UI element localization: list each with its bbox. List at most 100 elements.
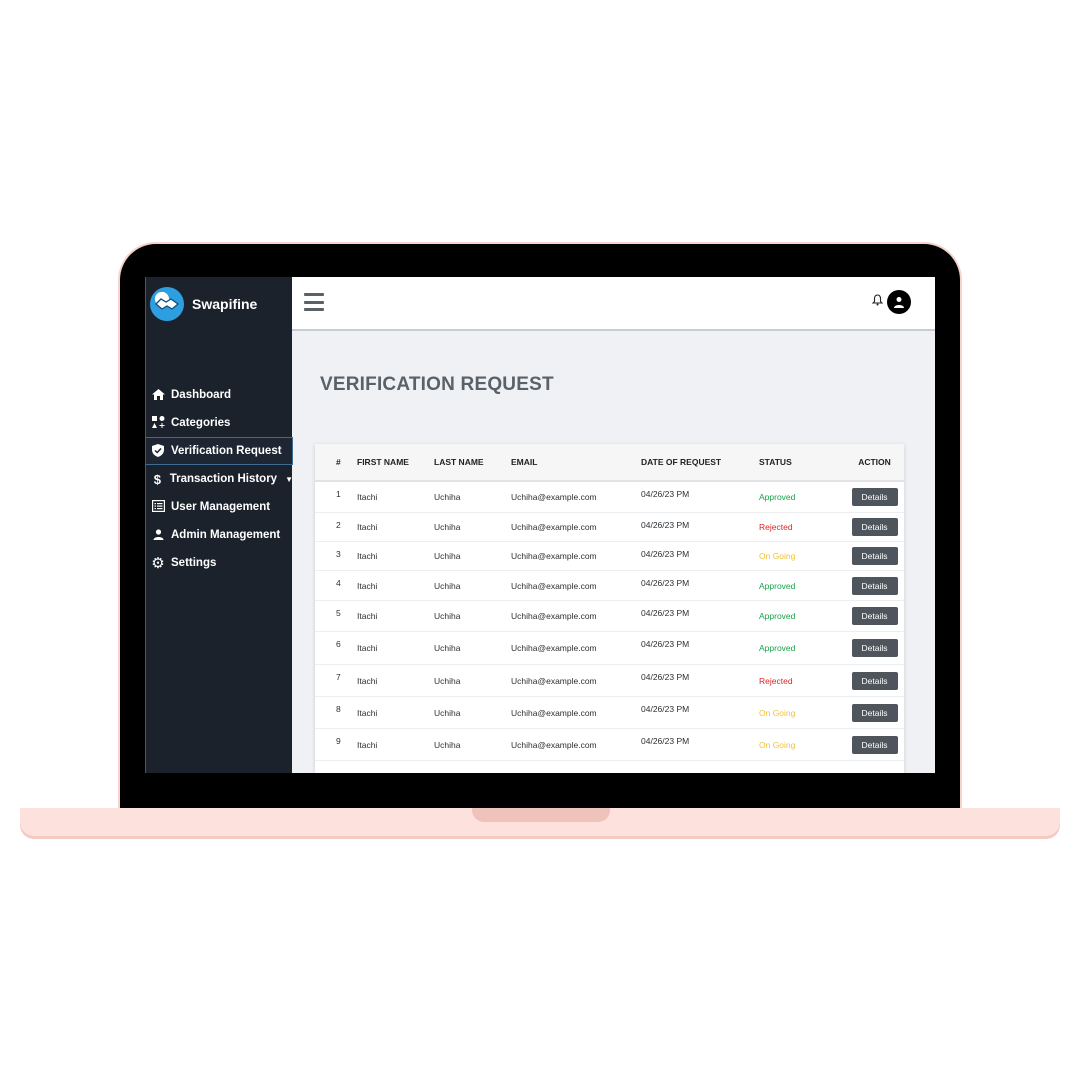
shield-check-icon [151, 443, 165, 459]
status-badge: Rejected [759, 522, 793, 532]
col-date-cell: 04/26/23 PM [641, 549, 690, 559]
col-last-name-cell: Uchiha [434, 551, 461, 561]
col-first-name-cell: Itachi [357, 675, 378, 686]
app-screen: Swapifine Dashboard Categories Verificatio… [145, 277, 935, 773]
details-button[interactable]: Details [851, 488, 898, 506]
action-cell: Details [845, 488, 904, 506]
avatar-icon[interactable] [887, 290, 911, 314]
col-number-cell: 7 [336, 672, 341, 682]
details-button[interactable]: Details [851, 607, 898, 625]
sidebar-item-settings[interactable]: ⚙ Settings [146, 549, 293, 577]
bell-icon[interactable] [871, 294, 884, 309]
col-first-name-cell: Itachi [357, 551, 378, 561]
col-first-name-cell: Itachi [357, 611, 378, 621]
col-date-cell: 04/26/23 PM [641, 672, 690, 682]
details-button[interactable]: Details [851, 547, 898, 565]
page-title: VERIFICATION REQUEST [320, 374, 554, 395]
hamburger-icon[interactable] [304, 293, 324, 311]
list-icon [151, 500, 165, 514]
col-date-header: DATE OF REQUEST [641, 457, 722, 467]
col-email-cell: Uchiha@example.com [511, 611, 597, 621]
sidebar-item-dashboard[interactable]: Dashboard [146, 381, 293, 409]
col-first-name-cell: Itachi [357, 739, 378, 750]
col-number-cell: 6 [336, 639, 341, 649]
col-first-name-cell: Itachi [357, 580, 378, 591]
col-first-name-header: FIRST NAME [357, 457, 409, 467]
col-first-name-cell: Itachi [357, 522, 378, 532]
table-row: 8 Itachi Uchiha Uchiha@example.com 04/26/23 … [315, 697, 904, 729]
sidebar-item-label: Settings [171, 557, 217, 569]
sidebar-item-label: Transaction History [169, 473, 278, 485]
col-number-cell: 1 [336, 489, 341, 499]
laptop-notch [472, 808, 610, 822]
col-last-name-cell: Uchiha [434, 739, 461, 750]
sidebar-item-label: Verification Request [171, 445, 282, 457]
col-first-name-cell: Itachi [357, 707, 378, 718]
col-date-cell: 04/26/23 PM [641, 520, 690, 530]
handshake-logo-icon [150, 287, 184, 321]
dollar-icon: $ [153, 471, 161, 487]
sidebar-item-label: Admin Management [171, 529, 281, 541]
col-last-name-cell: Uchiha [434, 675, 461, 686]
sidebar-item-transaction-history[interactable]: $ Transaction History ▼ [146, 465, 293, 493]
details-button[interactable]: Details [851, 639, 898, 657]
sidebar-item-categories[interactable]: Categories [146, 409, 293, 437]
col-last-name-header: LAST NAME [434, 457, 484, 467]
status-badge: Approved [759, 643, 796, 653]
col-date-cell: 04/26/23 PM [641, 639, 690, 649]
table-body: 1 Itachi Uchiha Uchiha@example.com 04/26/23 … [315, 482, 904, 761]
action-cell: Details [845, 671, 904, 690]
details-button[interactable]: Details [851, 735, 898, 754]
table-row: 5 Itachi Uchiha Uchiha@example.com 04/26/23 … [315, 601, 904, 632]
table-row: 7 Itachi Uchiha Uchiha@example.com 04/26/23 … [315, 665, 904, 697]
col-number-header: # [336, 457, 341, 467]
sidebar-item-verification-request[interactable]: Verification Request [146, 437, 293, 465]
col-date-cell: 04/26/23 PM [641, 578, 690, 588]
table-row: 4 Itachi Uchiha Uchiha@example.com 04/26/23 … [315, 571, 904, 601]
action-cell: Details [845, 607, 904, 625]
col-date-cell: 04/26/23 PM [641, 608, 690, 618]
status-badge: Approved [759, 580, 796, 591]
table-row: 2 Itachi Uchiha Uchiha@example.com 04/26/23 … [315, 513, 904, 542]
col-first-name-cell: Itachi [357, 492, 378, 502]
sidebar-item-label: User Management [171, 501, 271, 513]
col-number-cell: 9 [336, 736, 341, 746]
col-last-name-cell: Uchiha [434, 611, 461, 621]
col-email-cell: Uchiha@example.com [511, 739, 597, 750]
col-email-header: EMAIL [511, 457, 538, 467]
col-date-cell: 04/26/23 PM [641, 489, 690, 499]
sidebar-item-label: Dashboard [171, 389, 232, 401]
details-button[interactable]: Details [851, 576, 898, 595]
user-icon [151, 528, 165, 542]
col-status-header: STATUS [759, 457, 792, 467]
col-number-cell: 5 [336, 608, 341, 618]
details-button[interactable]: Details [851, 703, 898, 722]
col-email-cell: Uchiha@example.com [511, 580, 597, 591]
table-header: # FIRST NAME LAST NAME EMAIL DATE OF REQUEST… [315, 444, 904, 482]
brand-name: Swapifine [192, 296, 258, 312]
table-row: 1 Itachi Uchiha Uchiha@example.com 04/26/23 … [315, 482, 904, 513]
brand[interactable]: Swapifine [150, 287, 257, 321]
sidebar-item-user-management[interactable]: User Management [146, 493, 293, 521]
home-icon [151, 388, 165, 402]
sidebar: Swapifine Dashboard Categories Verificatio… [145, 277, 293, 773]
table-row: 9 Itachi Uchiha Uchiha@example.com 04/26/23 … [315, 729, 904, 761]
col-action-header: ACTION [858, 457, 891, 467]
col-last-name-cell: Uchiha [434, 643, 461, 653]
details-button[interactable]: Details [851, 671, 898, 690]
col-last-name-cell: Uchiha [434, 492, 461, 502]
col-date-cell: 04/26/23 PM [641, 736, 690, 746]
col-number-cell: 8 [336, 704, 341, 714]
sidebar-nav: Dashboard Categories Verification Request $… [146, 381, 293, 577]
caret-down-icon[interactable]: ▼ [285, 475, 293, 484]
col-email-cell: Uchiha@example.com [511, 707, 597, 718]
status-badge: Approved [759, 611, 796, 621]
categories-icon [151, 415, 165, 431]
col-email-cell: Uchiha@example.com [511, 675, 597, 686]
action-cell: Details [845, 703, 904, 722]
col-number-cell: 3 [336, 549, 341, 559]
col-email-cell: Uchiha@example.com [511, 492, 597, 502]
sidebar-item-admin-management[interactable]: Admin Management [146, 521, 293, 549]
col-last-name-cell: Uchiha [434, 580, 461, 591]
details-button[interactable]: Details [851, 518, 898, 536]
